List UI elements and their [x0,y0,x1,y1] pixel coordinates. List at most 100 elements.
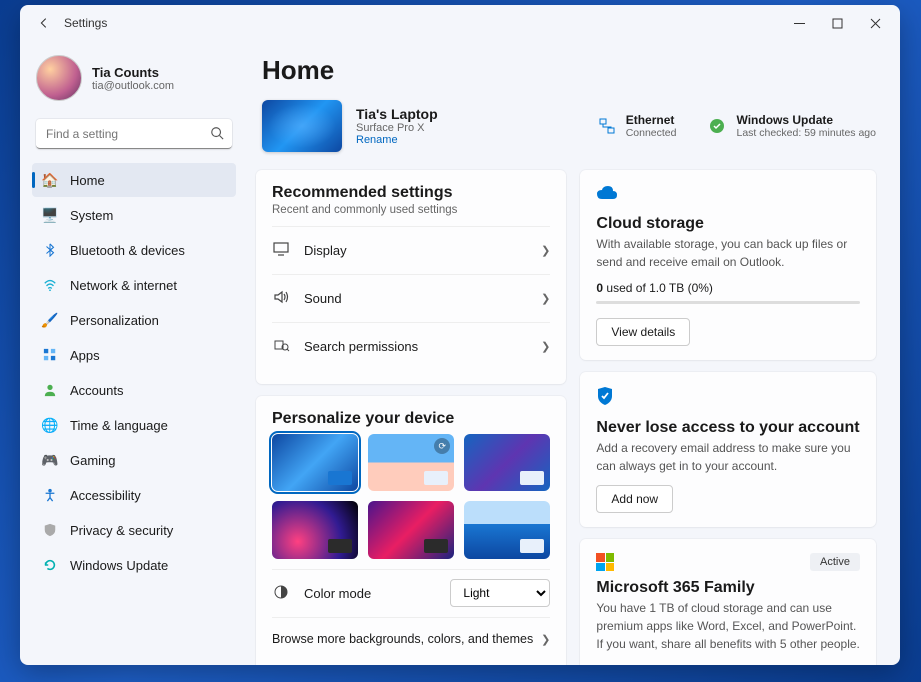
theme-option-1[interactable] [272,434,358,491]
theme-option-6[interactable] [464,501,550,558]
setting-row-sound[interactable]: Sound ❯ [272,274,550,322]
recommended-title: Recommended settings [272,184,550,202]
minimize-button[interactable] [780,9,818,37]
sidebar-item-label: Bluetooth & devices [70,243,185,258]
cloud-card: Cloud storage With available storage, yo… [580,170,876,360]
search-box [36,119,232,149]
color-mode-icon [272,583,290,604]
wifi-icon [42,277,58,293]
device-thumbnail [262,100,342,152]
sidebar-item-label: System [70,208,113,223]
update-check-icon [708,117,726,135]
window-title: Settings [64,16,107,30]
chevron-right-icon: ❯ [541,292,550,305]
main-content: Home Tia's Laptop Surface Pro X Rename E… [246,41,900,665]
avatar [36,55,82,101]
sidebar-item-label: Privacy & security [70,523,173,538]
cloud-progress [596,301,860,304]
sidebar-item-gaming[interactable]: 🎮 Gaming [32,443,236,477]
sidebar-item-time[interactable]: 🌐 Time & language [32,408,236,442]
view-details-button[interactable]: View details [596,318,690,346]
add-now-button[interactable]: Add now [596,485,673,513]
theme-option-2[interactable]: ⟳ [368,434,454,491]
shield-check-icon [596,386,860,411]
setting-row-display[interactable]: Display ❯ [272,226,550,274]
rename-link[interactable]: Rename [356,134,438,146]
sidebar-item-system[interactable]: 🖥️ System [32,198,236,232]
search-input[interactable] [36,119,232,149]
brush-icon: 🖌️ [42,312,58,328]
update-status[interactable]: Windows Update Last checked: 59 minutes … [708,113,876,139]
cloud-icon [596,184,860,207]
network-title: Ethernet [626,113,677,127]
recommended-sub: Recent and commonly used settings [272,204,550,216]
device-model: Surface Pro X [356,122,438,134]
sidebar-item-label: Home [70,173,105,188]
color-mode-select[interactable]: Light [450,579,550,607]
m365-title: Microsoft 365 Family [596,579,860,597]
theme-option-4[interactable] [272,501,358,558]
accessibility-icon [42,487,58,503]
sidebar-item-home[interactable]: 🏠 Home [32,163,236,197]
sidebar-item-privacy[interactable]: Privacy & security [32,513,236,547]
update-sub: Last checked: 59 minutes ago [736,127,876,139]
gaming-icon: 🎮 [42,452,58,468]
network-status[interactable]: Ethernet Connected [598,113,677,139]
personalize-card: Personalize your device ⟳ [256,396,566,665]
search-permissions-icon [272,336,290,357]
color-mode-row: Color mode Light [272,569,550,617]
shield-icon [42,522,58,538]
sidebar-item-update[interactable]: Windows Update [32,548,236,582]
update-title: Windows Update [736,113,876,127]
maximize-button[interactable] [818,9,856,37]
sidebar-item-accessibility[interactable]: Accessibility [32,478,236,512]
network-sub: Connected [626,127,677,139]
sidebar-item-label: Network & internet [70,278,177,293]
m365-desc: You have 1 TB of cloud storage and can u… [596,599,860,653]
color-mode-label: Color mode [304,586,436,601]
chevron-right-icon: ❯ [541,633,550,646]
bluetooth-icon [42,242,58,258]
browse-label: Browse more backgrounds, colors, and the… [272,632,533,646]
sidebar-item-personalization[interactable]: 🖌️ Personalization [32,303,236,337]
theme-option-3[interactable] [464,434,550,491]
theme-option-5[interactable] [368,501,454,558]
recommended-card: Recommended settings Recent and commonly… [256,170,566,384]
sidebar-item-label: Apps [70,348,100,363]
cloud-title: Cloud storage [596,215,860,233]
system-icon: 🖥️ [42,207,58,223]
sidebar-item-accounts[interactable]: Accounts [32,373,236,407]
chevron-right-icon: ❯ [541,340,550,353]
m365-card: Active Microsoft 365 Family You have 1 T… [580,539,876,665]
sidebar-item-label: Accounts [70,383,123,398]
close-button[interactable] [856,9,894,37]
sidebar-item-network[interactable]: Network & internet [32,268,236,302]
sound-icon [272,288,290,309]
chevron-right-icon: ❯ [541,244,550,257]
display-icon [272,240,290,261]
setting-row-search[interactable]: Search permissions ❯ [272,322,550,370]
apps-icon [42,347,58,363]
ethernet-icon [598,117,616,135]
profile-email: tia@outlook.com [92,80,174,92]
update-icon [42,557,58,573]
globe-icon: 🌐 [42,417,58,433]
profile-block[interactable]: Tia Counts tia@outlook.com [32,49,236,115]
sidebar-item-label: Time & language [70,418,168,433]
sidebar-item-bluetooth[interactable]: Bluetooth & devices [32,233,236,267]
recovery-card: Never lose access to your account Add a … [580,372,876,527]
settings-window: Settings Tia Counts tia@outlook.com [20,5,900,665]
back-button[interactable] [30,9,58,37]
cloud-desc: With available storage, you can back up … [596,235,860,271]
theme-grid: ⟳ [272,434,550,559]
browse-themes-link[interactable]: Browse more backgrounds, colors, and the… [272,617,550,661]
setting-label: Search permissions [304,339,527,354]
home-icon: 🏠 [42,172,58,188]
titlebar: Settings [20,5,900,41]
accounts-icon [42,382,58,398]
sidebar-item-label: Gaming [70,453,116,468]
sidebar-item-apps[interactable]: Apps [32,338,236,372]
spotlight-icon: ⟳ [434,438,450,454]
profile-name: Tia Counts [92,65,174,80]
sidebar-item-label: Accessibility [70,488,141,503]
